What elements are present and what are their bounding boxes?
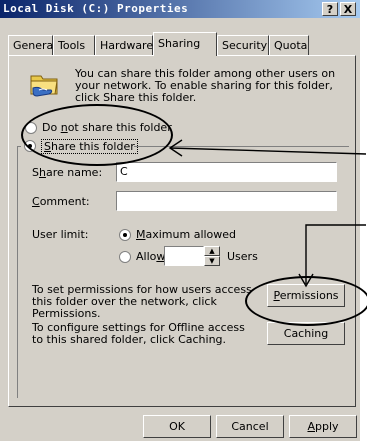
do-not-share-radio[interactable]	[25, 122, 37, 134]
tab-general[interactable]: General	[8, 35, 56, 55]
help-button[interactable]: ?	[322, 2, 338, 16]
sharing-panel: You can share this folder among other us…	[8, 55, 356, 407]
share-groupbox	[17, 146, 349, 398]
title-bar[interactable]: Local Disk (C:) Properties ? X	[0, 0, 360, 18]
allow-label[interactable]: Allow	[136, 250, 165, 263]
spin-up-icon[interactable]: ▲	[204, 246, 220, 256]
share-this-radio[interactable]	[24, 140, 36, 152]
shared-folder-icon	[30, 75, 58, 97]
maximum-allowed-radio[interactable]	[119, 229, 131, 241]
properties-dialog: Local Disk (C:) Properties ? X General T…	[0, 0, 360, 441]
tab-security[interactable]: Security	[217, 35, 269, 55]
cancel-button[interactable]: Cancel	[216, 415, 284, 438]
share-name-input[interactable]: C	[116, 162, 337, 182]
permissions-text: To set permissions for how users access …	[32, 283, 252, 320]
comment-label: Comment:	[32, 195, 90, 208]
allow-radio[interactable]	[119, 251, 131, 263]
spin-down-icon[interactable]: ▼	[204, 256, 220, 266]
close-button[interactable]: X	[340, 2, 356, 16]
caching-button[interactable]: Caching	[267, 322, 345, 345]
users-label: Users	[227, 250, 258, 263]
allow-users-input[interactable]	[164, 246, 204, 266]
tab-quota[interactable]: Quota	[269, 35, 309, 55]
share-name-label: Share name:	[32, 166, 103, 179]
intro-text: You can share this folder among other us…	[75, 67, 336, 104]
maximum-allowed-label[interactable]: Maximum allowed	[136, 228, 236, 241]
share-this-option[interactable]: Share this folder	[21, 139, 138, 154]
apply-button[interactable]: Apply	[289, 415, 357, 438]
tab-tools[interactable]: Tools	[53, 35, 95, 55]
user-limit-label: User limit:	[32, 228, 89, 241]
comment-input[interactable]	[116, 191, 337, 211]
users-spinner[interactable]: ▲ ▼	[204, 246, 220, 266]
ok-button[interactable]: OK	[143, 415, 211, 438]
permissions-button[interactable]: Permissions	[267, 284, 345, 307]
share-this-label[interactable]: Share this folder	[41, 139, 138, 154]
do-not-share-label[interactable]: Do not share this folder	[42, 121, 172, 134]
tab-hardware[interactable]: Hardware	[95, 35, 153, 55]
window-title: Local Disk (C:) Properties	[3, 2, 189, 15]
caching-text: To configure settings for Offline access…	[32, 321, 245, 346]
tab-sharing[interactable]: Sharing	[153, 32, 217, 56]
